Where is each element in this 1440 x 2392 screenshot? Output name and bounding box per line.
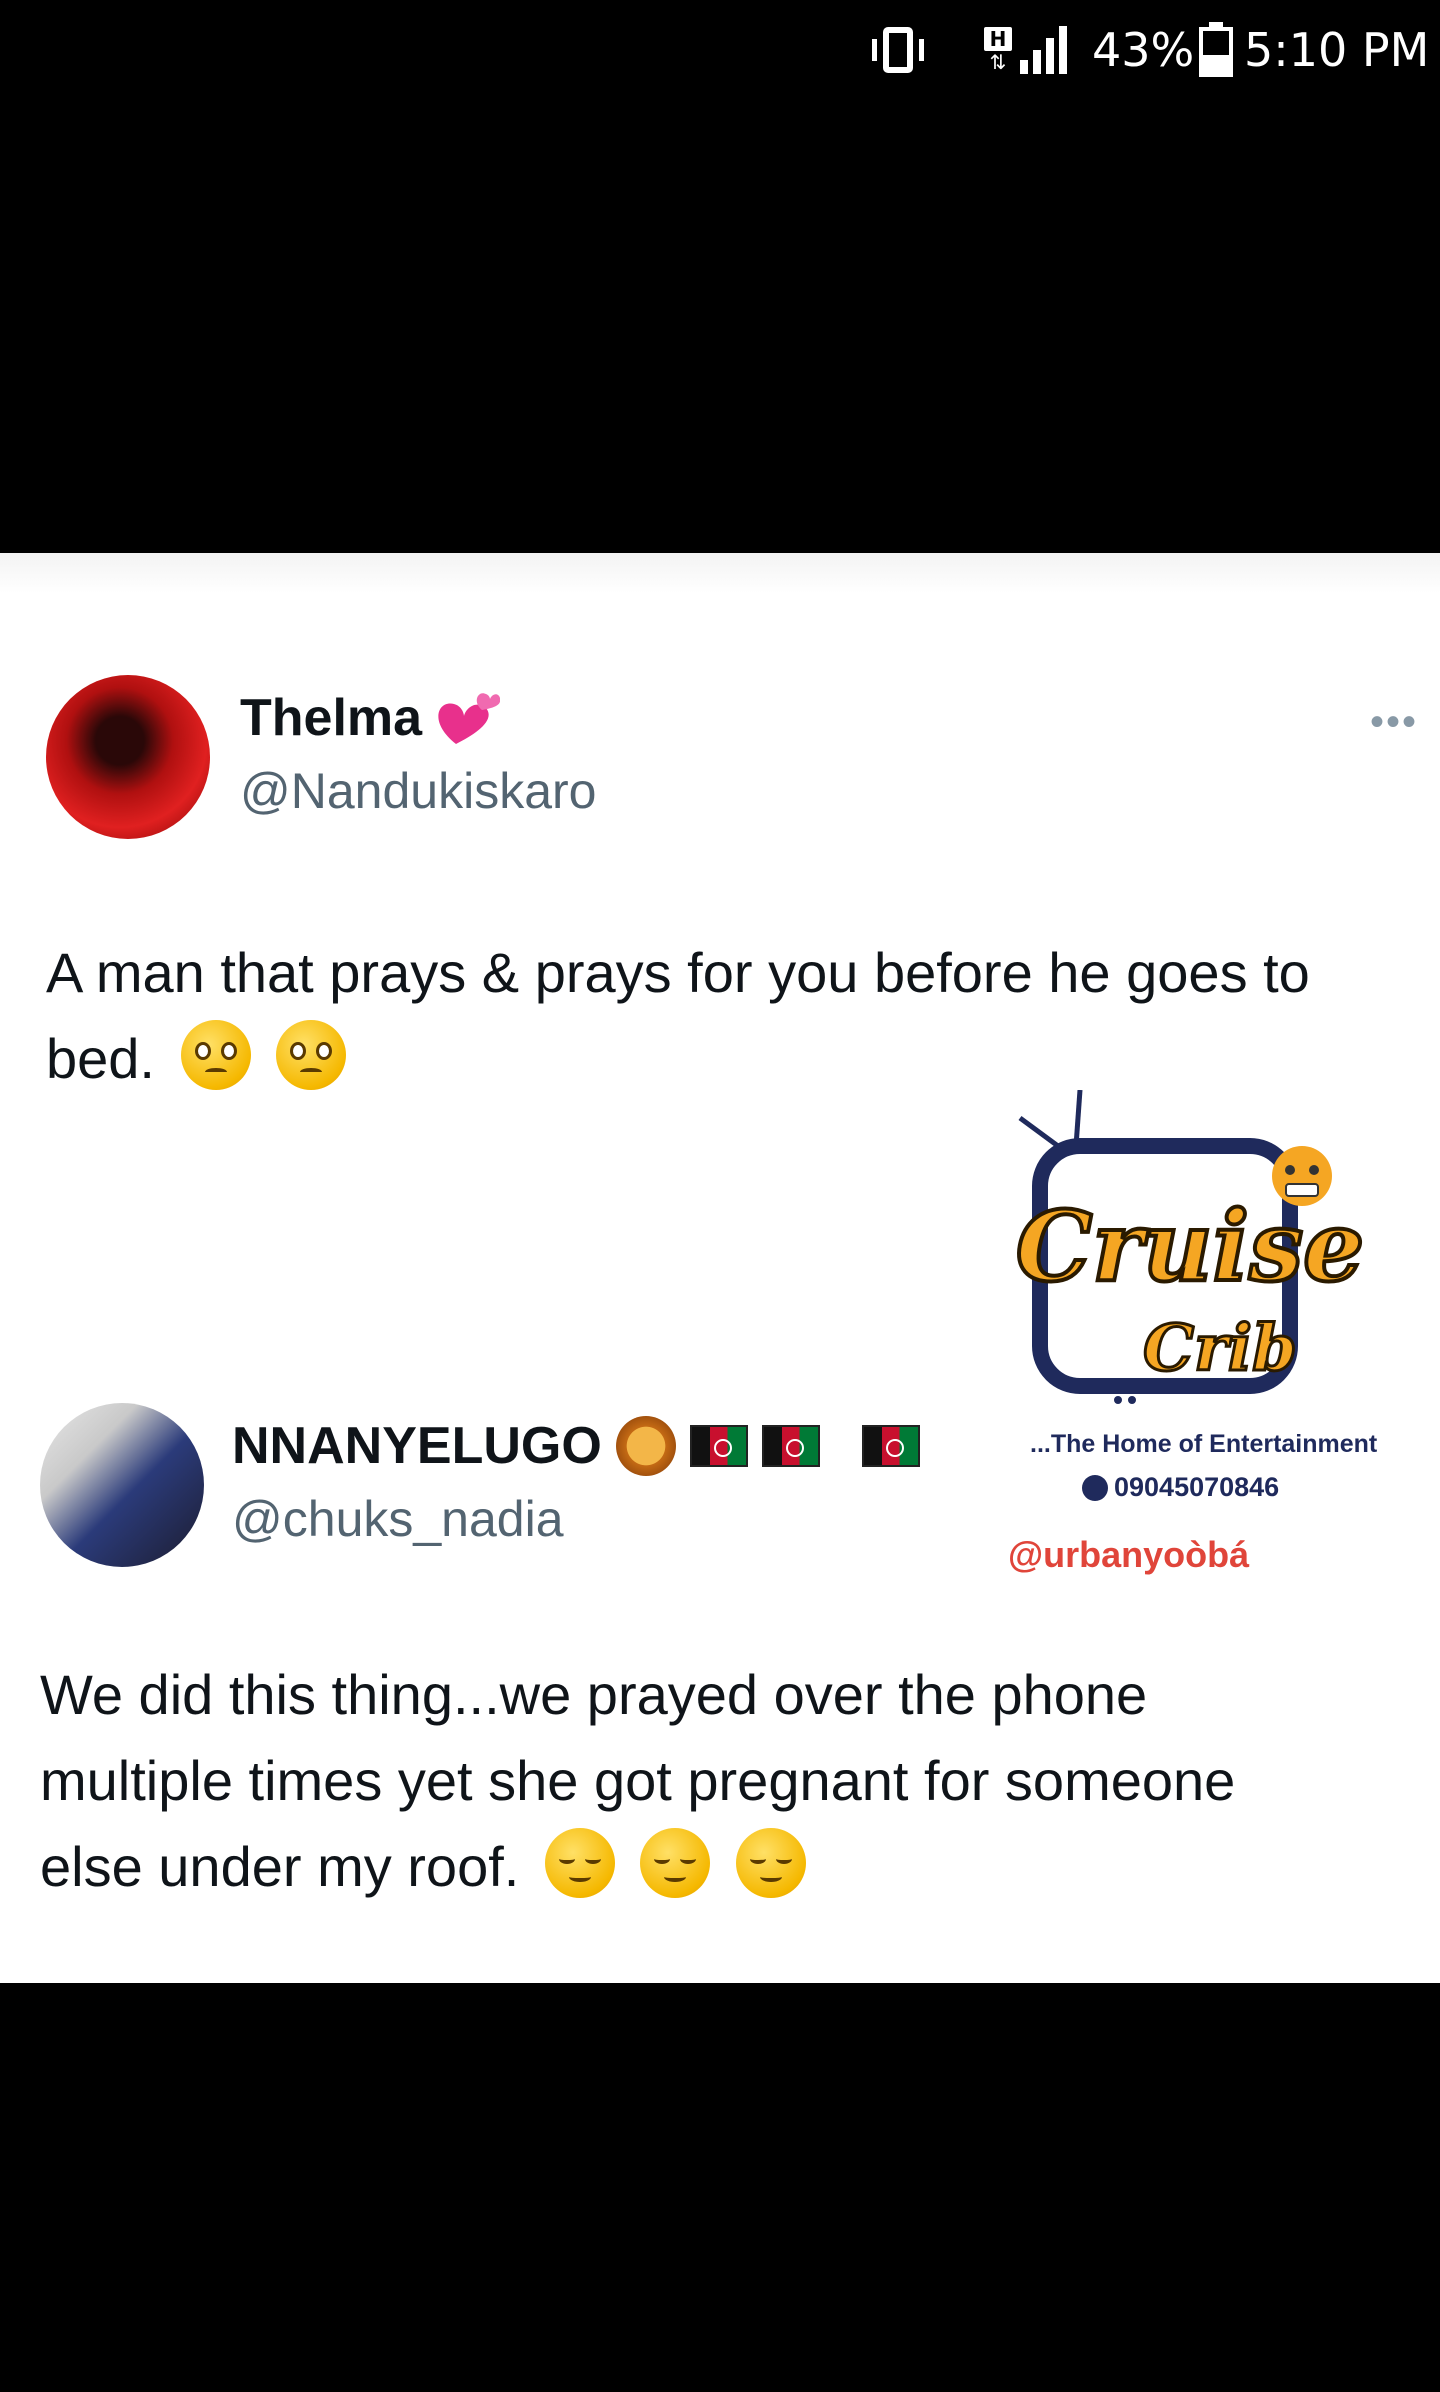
logo-handle: @urbanyoòbá xyxy=(1008,1534,1250,1575)
afghanistan-flag-icon xyxy=(689,1425,748,1467)
pleading-face-icon xyxy=(276,1020,347,1090)
afghanistan-flag-icon xyxy=(861,1425,920,1467)
tweet-text-line: multiple times yet she got pregnant for … xyxy=(40,1749,1236,1812)
logo-phone: 09045070846 xyxy=(1082,1472,1279,1503)
relieved-face-icon xyxy=(640,1828,711,1898)
logo-word-crib: Crib xyxy=(1143,1311,1297,1386)
logo-word-cruise: Cruise xyxy=(1016,1190,1364,1303)
logo-tagline: ...The Home of Entertainment xyxy=(1030,1430,1378,1458)
tweet-text-line: We did this thing...we prayed over the p… xyxy=(40,1663,1148,1726)
lion-face-icon xyxy=(615,1416,676,1476)
handle[interactable]: @chuks_nadia xyxy=(232,1490,564,1548)
relieved-face-icon xyxy=(736,1828,807,1898)
network-type-icon: H ⇅ xyxy=(982,22,1014,78)
display-name[interactable]: Thelma xyxy=(240,688,501,748)
battery-icon xyxy=(1198,22,1234,78)
tweet-text: We did this thing...we prayed over the p… xyxy=(40,1652,1420,1910)
two-hearts-icon xyxy=(438,693,501,744)
afghanistan-flag-icon xyxy=(761,1425,820,1467)
more-options-icon[interactable]: ••• xyxy=(1370,700,1418,745)
relieved-face-icon xyxy=(544,1828,615,1898)
whatsapp-icon xyxy=(1082,1474,1108,1501)
network-type-label: H xyxy=(984,27,1012,51)
tweet-text: A man that prays & prays for you before … xyxy=(46,941,1310,1090)
handle[interactable]: @Nandukiskaro xyxy=(240,762,596,820)
pleading-face-icon xyxy=(180,1020,251,1090)
avatar[interactable] xyxy=(40,1403,204,1567)
tweet-text-line: else under my roof. xyxy=(40,1824,1420,1910)
status-bar: H ⇅ 43% 5:10 PM xyxy=(0,0,1440,100)
clock: 5:10 PM xyxy=(1244,23,1430,77)
display-name[interactable]: NNANYELUGO xyxy=(232,1416,920,1476)
cruise-crib-logo: Cruise Crib xyxy=(1014,1090,1366,1404)
vibrate-icon xyxy=(872,22,942,78)
battery-percent: 43% xyxy=(1092,23,1195,77)
signal-strength-icon xyxy=(1020,22,1080,78)
avatar[interactable] xyxy=(46,675,210,839)
